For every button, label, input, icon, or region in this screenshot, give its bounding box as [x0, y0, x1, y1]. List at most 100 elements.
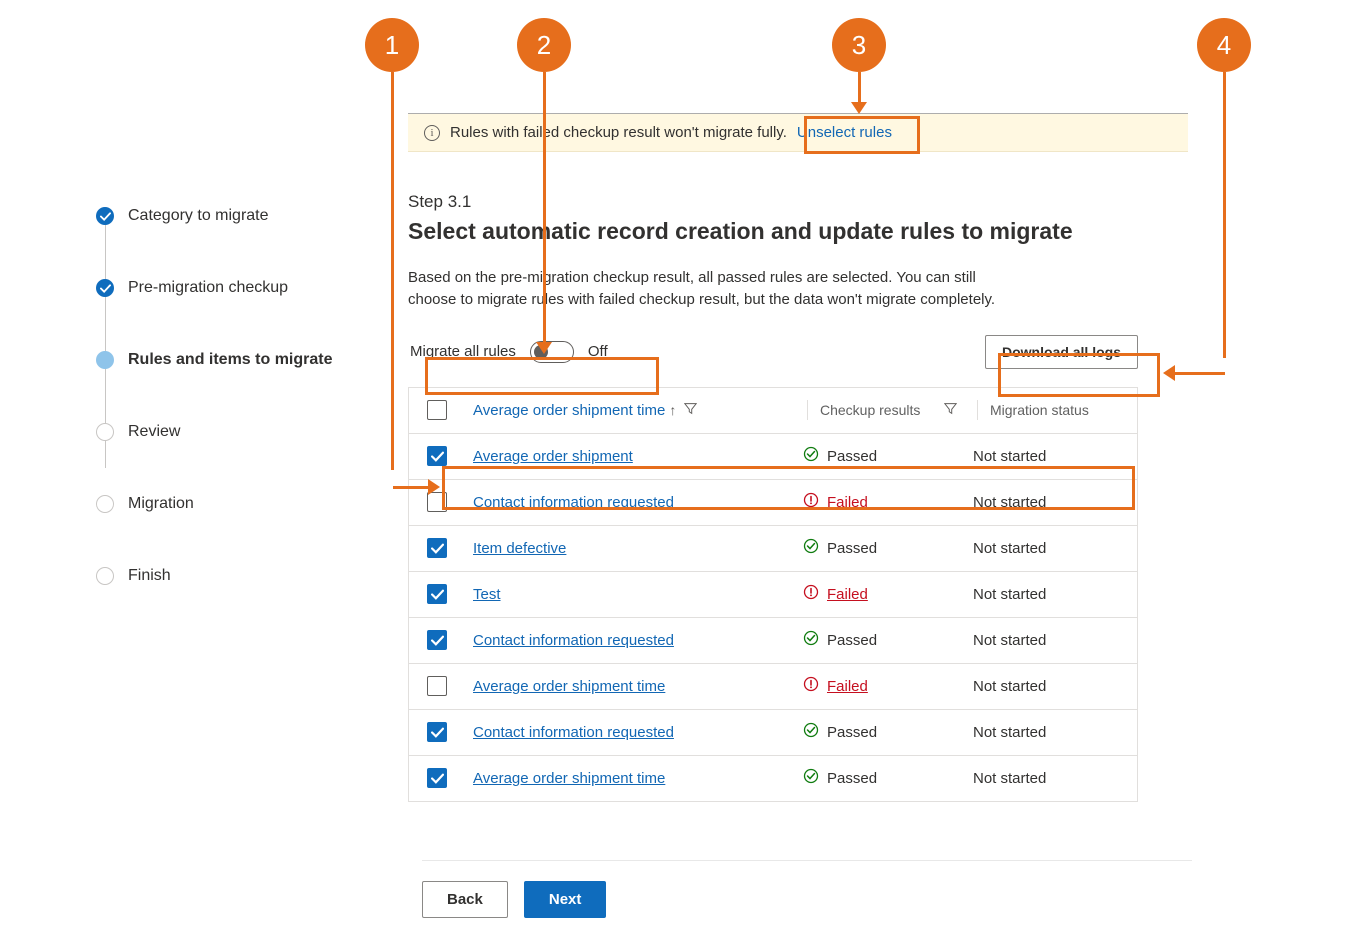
- table-row: Contact information requested Passed Not s…: [409, 617, 1137, 663]
- step-premigration[interactable]: Pre-migration checkup: [96, 264, 376, 312]
- step-description: Based on the pre-migration checkup resul…: [408, 267, 1028, 311]
- filter-icon[interactable]: [684, 402, 697, 418]
- select-all-cell: [409, 390, 465, 430]
- step-number: Step 3.1: [408, 192, 1188, 212]
- row-checkbox[interactable]: [427, 768, 447, 788]
- step-finish[interactable]: Finish: [96, 552, 376, 600]
- passed-icon: [803, 768, 819, 788]
- main-panel: i Rules with failed checkup result won't…: [408, 113, 1188, 802]
- passed-icon: [803, 630, 819, 650]
- row-checkbox-cell: [409, 436, 465, 476]
- status-text: Passed: [827, 540, 877, 557]
- callout-number: 1: [365, 18, 419, 72]
- banner-text: Rules with failed checkup result won't m…: [450, 124, 787, 141]
- passed-icon: [803, 722, 819, 742]
- sort-asc-icon[interactable]: ↑: [669, 402, 676, 418]
- rule-name-cell: Average order shipment time: [465, 760, 795, 797]
- header-name-text: Average order shipment time: [473, 402, 665, 419]
- row-checkbox-cell: [409, 574, 465, 614]
- step-label: Category to migrate: [128, 207, 269, 225]
- failed-icon: [803, 492, 819, 512]
- failed-link[interactable]: Failed: [827, 678, 868, 695]
- step-label: Review: [128, 423, 180, 441]
- row-checkbox[interactable]: [427, 584, 447, 604]
- migration-status-cell: Not started: [965, 714, 1139, 751]
- row-checkbox[interactable]: [427, 446, 447, 466]
- step-label: Finish: [128, 567, 171, 585]
- header-migration[interactable]: Migration status: [965, 390, 1139, 430]
- unselect-rules-link[interactable]: Unselect rules: [797, 124, 892, 141]
- failed-link[interactable]: Failed: [827, 586, 868, 603]
- check-icon: [96, 279, 114, 297]
- passed-icon: [803, 538, 819, 558]
- rule-name-link[interactable]: Average order shipment time: [473, 770, 665, 787]
- callout-number: 3: [832, 18, 886, 72]
- row-checkbox[interactable]: [427, 538, 447, 558]
- checkup-result-cell: Failed: [795, 574, 965, 614]
- download-logs-button[interactable]: Download all logs: [985, 335, 1138, 369]
- rule-name-link[interactable]: Contact information requested: [473, 632, 674, 649]
- rule-name-link[interactable]: Contact information requested: [473, 494, 674, 511]
- step-migration[interactable]: Migration: [96, 480, 376, 528]
- status-text: Passed: [827, 632, 877, 649]
- filter-icon[interactable]: [944, 402, 957, 418]
- select-all-checkbox[interactable]: [427, 400, 447, 420]
- rule-name-link[interactable]: Contact information requested: [473, 724, 674, 741]
- table-row: Average order shipment timeFailedNot sta…: [409, 663, 1137, 709]
- migration-status-cell: Not started: [965, 530, 1139, 567]
- rule-name-link[interactable]: Item defective: [473, 540, 566, 557]
- header-migration-text: Migration status: [990, 402, 1089, 418]
- header-checkup-text: Checkup results: [820, 402, 920, 418]
- passed-icon: [803, 446, 819, 466]
- callout-number: 4: [1197, 18, 1251, 72]
- row-checkbox[interactable]: [427, 630, 447, 650]
- checkup-result-cell: Passed: [795, 436, 965, 476]
- row-checkbox[interactable]: [427, 492, 447, 512]
- rule-name-cell: Test: [465, 576, 795, 613]
- rules-table: Average order shipment time ↑ Checkup re…: [408, 387, 1138, 802]
- status-text: Passed: [827, 448, 877, 465]
- rule-name-link[interactable]: Average order shipment time: [473, 678, 665, 695]
- step-label: Migration: [128, 495, 194, 513]
- migration-status-cell: Not started: [965, 576, 1139, 613]
- table-row: Test Failed Not started: [409, 571, 1137, 617]
- callout-4: 4: [1197, 18, 1251, 358]
- failed-icon: [803, 584, 819, 604]
- step-rules-items[interactable]: Rules and items to migrate: [96, 336, 376, 384]
- checkup-result-cell: Passed: [795, 758, 965, 798]
- pending-dot-icon: [96, 423, 114, 441]
- back-button[interactable]: Back: [422, 881, 508, 918]
- callout-3: 3: [832, 18, 886, 114]
- row-checkbox[interactable]: [427, 676, 447, 696]
- wizard-steps: Category to migrate Pre-migration checku…: [96, 192, 376, 600]
- migration-status-cell: Not started: [965, 484, 1139, 521]
- table-row: Average order shipmentPassedNot started: [409, 433, 1137, 479]
- step-label: Pre-migration checkup: [128, 279, 288, 297]
- toggle-state: Off: [588, 343, 608, 360]
- checkup-result-cell: Passed: [795, 620, 965, 660]
- rule-name-link[interactable]: Test: [473, 586, 501, 603]
- info-icon: i: [424, 125, 440, 141]
- step-title: Select automatic record creation and upd…: [408, 218, 1188, 245]
- row-checkbox[interactable]: [427, 722, 447, 742]
- header-rule-name[interactable]: Average order shipment time ↑: [465, 392, 795, 429]
- migration-status-cell: Not started: [965, 760, 1139, 797]
- status-text: Passed: [827, 770, 877, 787]
- checkup-result-cell: Passed: [795, 528, 965, 568]
- rule-name-link[interactable]: Average order shipment: [473, 448, 633, 465]
- pending-dot-icon: [96, 567, 114, 585]
- migration-status-cell: Not started: [965, 622, 1139, 659]
- checkup-result-cell: Failed: [795, 666, 965, 706]
- step-category[interactable]: Category to migrate: [96, 192, 376, 240]
- migrate-all-toggle-block: Migrate all rules Off: [408, 335, 618, 369]
- header-checkup[interactable]: Checkup results: [795, 390, 965, 430]
- next-button[interactable]: Next: [524, 881, 607, 918]
- failed-link[interactable]: Failed: [827, 494, 868, 511]
- migrate-all-toggle[interactable]: [530, 341, 574, 363]
- step-review[interactable]: Review: [96, 408, 376, 456]
- table-header-row: Average order shipment time ↑ Checkup re…: [409, 387, 1137, 433]
- pending-dot-icon: [96, 495, 114, 513]
- status-text: Passed: [827, 724, 877, 741]
- checkup-result-cell: Passed: [795, 712, 965, 752]
- active-dot-icon: [96, 351, 114, 369]
